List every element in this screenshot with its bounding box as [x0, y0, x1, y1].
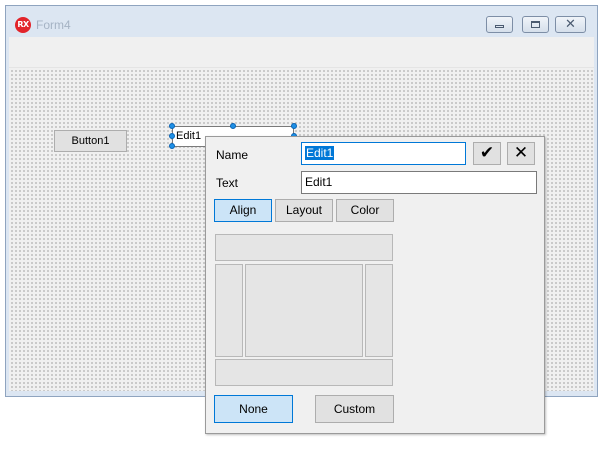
title-bar[interactable]: RX Form4 ✕: [6, 6, 597, 36]
tab-color[interactable]: Color: [336, 199, 394, 222]
selection-handle-bottom-left[interactable]: [169, 143, 175, 149]
tab-align[interactable]: Align: [214, 199, 272, 222]
name-field[interactable]: Edit1: [301, 142, 466, 165]
design-button1[interactable]: Button1: [54, 130, 127, 152]
custom-button[interactable]: Custom: [315, 395, 394, 423]
cross-icon: ✕: [513, 143, 529, 163]
screen: RX Form4 ✕ Button1 Edit1 Name Edit1 ✔ ✕ …: [0, 0, 611, 464]
text-label: Text: [216, 176, 239, 190]
text-field[interactable]: Edit1: [301, 171, 537, 194]
selection-handle-top-right[interactable]: [291, 123, 297, 129]
close-button[interactable]: ✕: [555, 16, 586, 33]
confirm-button[interactable]: ✔: [473, 142, 501, 165]
selection-handle-top-left[interactable]: [169, 123, 175, 129]
window-title: Form4: [36, 18, 71, 32]
name-label: Name: [216, 148, 249, 162]
menu-bar: [9, 37, 594, 68]
selection-handle-top-middle[interactable]: [230, 123, 236, 129]
selection-handle-middle-left[interactable]: [169, 133, 175, 139]
maximize-icon: [531, 21, 540, 28]
cancel-button[interactable]: ✕: [507, 142, 535, 165]
align-right-slot[interactable]: [365, 264, 393, 357]
close-icon: ✕: [565, 17, 576, 32]
align-top-slot[interactable]: [215, 234, 393, 261]
property-popup: Name Edit1 ✔ ✕ Text Edit1 Align Layout C…: [205, 136, 545, 434]
align-left-slot[interactable]: [215, 264, 243, 357]
none-button[interactable]: None: [214, 395, 293, 423]
minimize-icon: [495, 25, 504, 28]
maximize-button[interactable]: [522, 16, 549, 33]
minimize-button[interactable]: [486, 16, 513, 33]
checkmark-icon: ✔: [479, 143, 495, 163]
tab-layout[interactable]: Layout: [275, 199, 333, 222]
name-field-value: Edit1: [305, 146, 335, 160]
align-bottom-slot[interactable]: [215, 359, 393, 386]
align-client-slot[interactable]: [245, 264, 363, 357]
app-logo-icon: RX: [15, 17, 31, 33]
